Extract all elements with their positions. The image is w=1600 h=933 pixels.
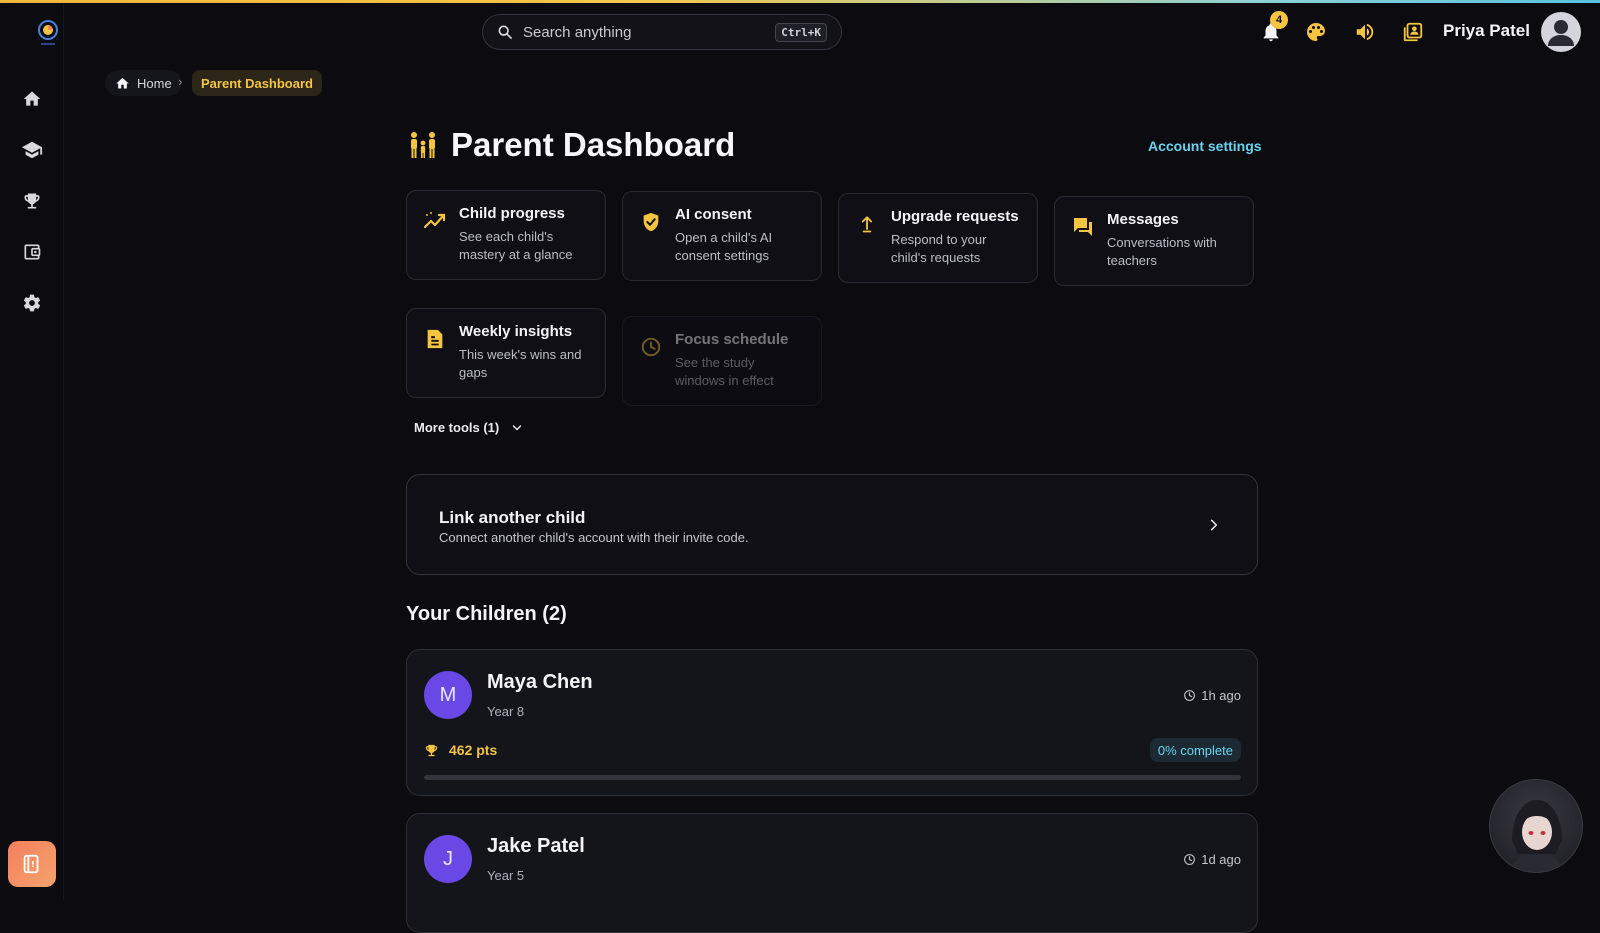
tool-desc: See the study windows in effect [675,355,774,388]
notification-badge: 4 [1270,11,1288,29]
tool-desc: Respond to your child's requests [891,232,987,265]
child-card-jake[interactable]: J Jake Patel Year 5 1d ago [406,813,1258,933]
link-child-title: Link another child [439,508,586,527]
help-book-icon: ! [23,854,39,874]
family-icon [407,130,439,162]
child-avatar: M [424,671,472,719]
tool-card-ai-consent[interactable]: AI consent Open a child's AI consent set… [622,191,822,281]
avatar[interactable] [1541,12,1581,52]
help-book-button[interactable]: ! [8,841,56,887]
tool-name: Child progress [459,205,565,222]
child-name: Maya Chen [487,671,593,693]
assistant-character-icon [1510,800,1564,872]
search-shortcut: Ctrl+K [775,22,827,42]
page-title: Parent Dashboard [451,126,736,163]
tool-desc: Open a child's AI consent settings [675,230,773,263]
chevron-right-icon [1210,519,1218,531]
breadcrumb-separator: › [178,74,183,89]
child-name: Jake Patel [487,835,585,857]
contacts-book-icon[interactable] [1401,20,1425,44]
search-bar[interactable]: Ctrl+K [482,14,842,50]
child-year: Year 8 [487,704,525,719]
child-last-active-text: 1h ago [1201,688,1241,703]
progress-bar [424,775,1241,780]
tool-card-messages[interactable]: Messages Conversations with teachers [1054,196,1254,286]
top-accent-line [0,0,1600,3]
trend-up-icon [423,209,447,233]
assistant-avatar[interactable] [1489,779,1583,873]
account-settings-link[interactable]: Account settings [1148,138,1262,154]
child-points: 462 pts [424,742,497,758]
child-last-active: 1h ago [1183,688,1241,703]
child-year: Year 5 [487,868,525,883]
tool-card-focus-schedule[interactable]: Focus schedule See the study windows in … [622,316,822,406]
more-tools-label: More tools (1) [414,420,500,435]
svg-text:!: ! [31,859,35,869]
trophy-icon [425,744,438,756]
child-card-maya[interactable]: M Maya Chen Year 8 1h ago 462 pts 0% com… [406,649,1258,796]
user-name[interactable]: Priya Patel [1443,21,1530,41]
home-icon[interactable] [20,87,44,111]
tool-name: Focus schedule [675,331,789,348]
tool-card-upgrade-requests[interactable]: Upgrade requests Respond to your child's… [838,193,1038,283]
link-child-card[interactable]: Link another child Connect another child… [406,474,1258,575]
tool-desc: See each child's mastery at a glance [459,229,573,262]
palette-icon[interactable] [1304,20,1328,44]
completion-badge: 0% complete [1149,738,1241,762]
search-input[interactable] [523,23,776,41]
tool-card-child-progress[interactable]: Child progress See each child's mastery … [406,190,606,280]
breadcrumb-home-label: Home [137,75,172,91]
tool-name: Upgrade requests [891,208,1019,225]
clock-icon [639,335,663,359]
document-icon [423,327,447,351]
more-tools-toggle[interactable]: More tools (1) [414,420,523,435]
volume-icon[interactable] [1353,20,1377,44]
search-icon [498,25,512,39]
tool-name: Messages [1107,211,1179,228]
chat-icon [1071,215,1095,239]
children-section-title: Your Children (2) [406,603,567,625]
child-last-active: 1d ago [1183,852,1241,867]
link-child-desc: Connect another child's account with the… [439,530,749,545]
tool-name: AI consent [675,206,752,223]
trophy-icon[interactable] [20,189,44,213]
home-icon [116,77,129,88]
tool-desc: This week's wins and gaps [459,347,582,380]
upload-arrow-icon [855,212,879,236]
child-last-active-text: 1d ago [1201,852,1241,867]
child-points-value: 462 pts [449,742,498,758]
chevron-down-icon [512,424,522,430]
shield-check-icon [639,210,663,234]
tool-name: Weekly insights [459,323,573,340]
tool-card-weekly-insights[interactable]: Weekly insights This week's wins and gap… [406,308,606,398]
clock-icon [1184,690,1196,701]
app-logo-icon[interactable] [35,18,61,50]
child-avatar: J [424,835,472,883]
sidebar: ! [0,3,64,900]
gear-icon[interactable] [20,291,44,315]
wallet-icon[interactable] [20,240,44,264]
user-silhouette-icon [1548,20,1574,46]
clock-icon [1184,854,1196,865]
tool-desc: Conversations with teachers [1107,235,1217,268]
breadcrumb-current: Parent Dashboard [192,70,322,96]
breadcrumb-home[interactable]: Home [105,70,182,96]
graduation-cap-icon[interactable] [20,138,44,162]
